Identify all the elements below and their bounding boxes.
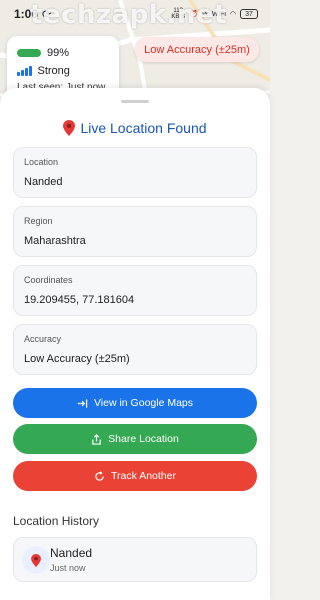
battery-level-text: 37 — [245, 10, 253, 18]
field-value: Nanded — [24, 176, 63, 188]
alarm-icon: ⏰ — [189, 11, 198, 18]
wifi-icon: ◠ — [229, 11, 236, 18]
signal-label: Strong — [37, 65, 70, 77]
button-label: Track Another — [111, 470, 176, 482]
signal-bars-icon — [17, 66, 32, 76]
field-label: Region — [24, 216, 53, 226]
view-in-google-maps-button[interactable]: View in Google Maps — [13, 388, 257, 418]
status-time: 1:06 — [14, 7, 39, 21]
sheet-title-text: Live Location Found — [80, 120, 207, 136]
sheet-drag-handle[interactable] — [121, 100, 149, 103]
sync-icon: ⟳ — [42, 8, 52, 21]
history-item-name: Nanded — [50, 546, 93, 560]
map-pin-icon — [31, 553, 41, 567]
network-label: Vo WiFi — [201, 10, 226, 18]
location-history-heading: Location History — [13, 514, 100, 528]
field-value: 19.209455, 77.181604 — [24, 294, 135, 306]
status-bar: 1:06 ⟳ 113 KB/S ⏰ Vo WiFi ◠ 37 — [0, 0, 270, 28]
coordinates-field: Coordinates 19.209455, 77.181604 — [13, 265, 257, 316]
button-label: Share Location — [108, 433, 179, 445]
field-label: Coordinates — [24, 275, 73, 285]
battery-icon — [17, 49, 41, 57]
field-label: Location — [24, 157, 59, 167]
battery-percent: 99% — [47, 47, 70, 59]
history-item-time: Just now — [50, 563, 86, 573]
accuracy-field: Accuracy Low Accuracy (±25m) — [13, 324, 257, 375]
share-location-button[interactable]: Share Location — [13, 424, 257, 454]
accuracy-chip: Low Accuracy (±25m) — [135, 37, 259, 62]
map-pin-icon — [63, 120, 76, 136]
battery-icon: 37 — [240, 9, 258, 19]
speed-unit: KB/S — [171, 14, 186, 20]
sheet-title: Live Location Found — [0, 118, 270, 138]
location-field: Location Nanded — [13, 147, 257, 198]
share-icon — [92, 433, 101, 445]
field-value: Maharashtra — [24, 235, 86, 247]
field-label: Accuracy — [24, 334, 62, 344]
field-value: Low Accuracy (±25m) — [24, 353, 130, 365]
track-another-button[interactable]: Track Another — [13, 461, 257, 491]
location-bottom-sheet: Live Location Found Location Nanded Regi… — [0, 88, 270, 600]
button-label: View in Google Maps — [93, 397, 194, 409]
history-list-item[interactable]: Nanded Just now — [13, 537, 257, 582]
region-field: Region Maharashtra — [13, 206, 257, 257]
history-pin-badge — [22, 546, 50, 574]
refresh-icon — [95, 470, 104, 481]
network-speed: 113 KB/S — [171, 8, 185, 20]
open-external-icon — [77, 398, 88, 408]
